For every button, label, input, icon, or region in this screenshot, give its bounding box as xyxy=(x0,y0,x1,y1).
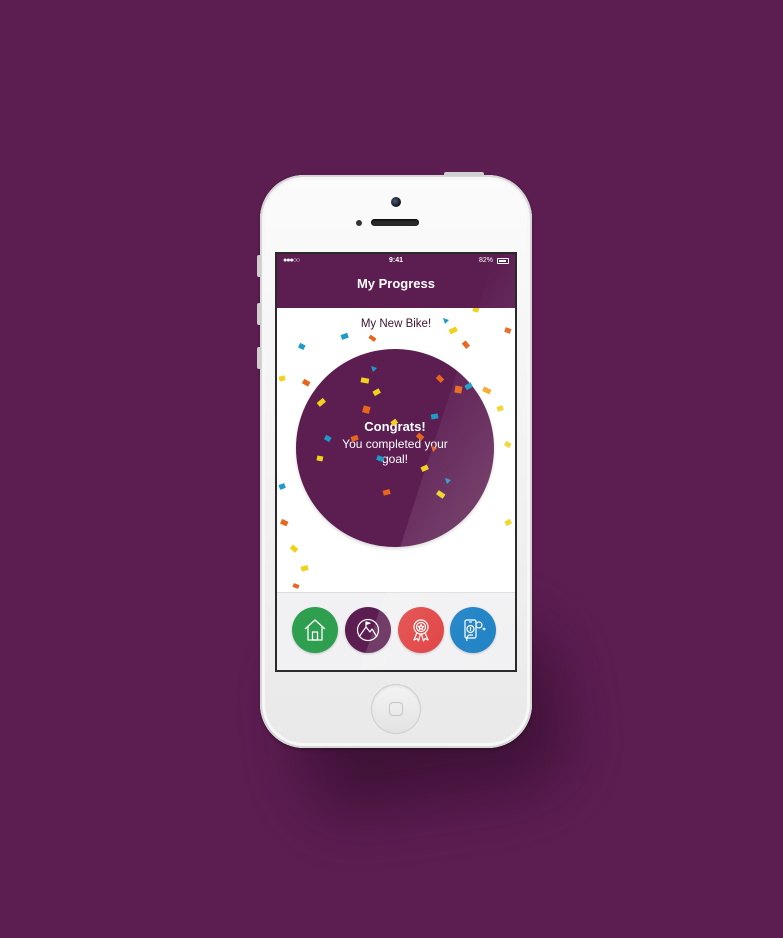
goal-progress-circle: Congrats! You completed your goal! xyxy=(296,349,494,547)
volume-down-button xyxy=(257,347,261,369)
bottom-nav xyxy=(277,592,515,670)
app-screen: ●●●○○ 9:41 82% My Progress My New Bike! … xyxy=(277,254,515,670)
mobile-payment-icon xyxy=(464,619,486,642)
award-ribbon-icon xyxy=(413,619,429,642)
device-home-button[interactable] xyxy=(371,684,421,734)
congrats-message: You completed your goal! xyxy=(342,437,448,466)
battery-percent: 82% xyxy=(478,257,493,264)
status-bar: ●●●○○ 9:41 82% xyxy=(277,254,515,268)
app-header: ●●●○○ 9:41 82% My Progress xyxy=(277,254,515,308)
battery-icon xyxy=(497,258,509,264)
page-title: My Progress xyxy=(356,276,436,291)
congrats-title: Congrats! xyxy=(364,419,426,434)
home-square-icon xyxy=(389,702,403,716)
goal-name: My New Bike! xyxy=(360,318,432,330)
mute-switch xyxy=(257,255,261,277)
power-button xyxy=(444,172,484,176)
nav-home-button[interactable] xyxy=(292,607,338,653)
nav-rewards-button[interactable] xyxy=(398,607,444,653)
nav-payments-button[interactable] xyxy=(450,607,496,653)
earpiece-speaker xyxy=(371,219,419,226)
front-camera xyxy=(391,197,401,207)
proximity-sensor xyxy=(356,220,362,226)
mountain-goal-icon xyxy=(356,618,380,642)
nav-goals-button[interactable] xyxy=(345,607,391,653)
phone-device: ●●●○○ 9:41 82% My Progress My New Bike! … xyxy=(257,172,532,748)
home-icon xyxy=(304,619,326,641)
volume-up-button xyxy=(257,303,261,325)
